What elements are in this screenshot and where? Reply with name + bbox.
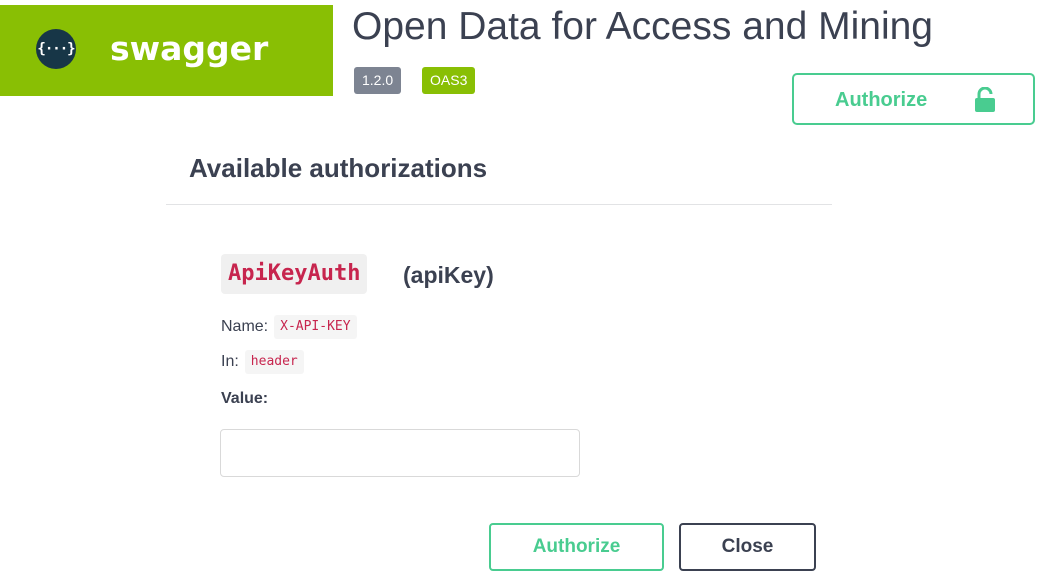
field-in-label: In: (221, 353, 239, 370)
unlocked-padlock-icon (974, 86, 996, 116)
close-button[interactable]: Close (679, 523, 816, 571)
authorize-button-header[interactable]: Authorize (792, 73, 1035, 125)
authorize-button[interactable]: Authorize (489, 523, 664, 571)
auth-scheme-name: ApiKeyAuth (221, 254, 368, 294)
page-title: Open Data for Access and Mining (352, 5, 933, 48)
swagger-logo-bar[interactable]: {···} swagger (0, 5, 333, 96)
authorize-button-label: Authorize (835, 89, 928, 111)
field-name-label: Name: (221, 318, 269, 335)
value-label: Value: (221, 390, 269, 407)
auth-scheme-type: (apiKey) (403, 262, 494, 288)
field-in-row: In: header (221, 350, 304, 374)
field-name-row: Name: X-API-KEY (221, 315, 357, 339)
modal-divider (166, 204, 832, 205)
logo-mark-glyph: {···} (37, 41, 75, 57)
version-badge: 1.2.0 (354, 67, 402, 94)
swagger-logo-icon: {···} (36, 29, 76, 69)
api-key-value-input[interactable] (220, 429, 580, 477)
oas-badge: OAS3 (422, 67, 476, 94)
modal-title: Available authorizations (189, 153, 488, 183)
field-in-value: header (244, 350, 304, 374)
field-name-value: X-API-KEY (274, 315, 357, 339)
swagger-logo-text: swagger (110, 29, 269, 68)
